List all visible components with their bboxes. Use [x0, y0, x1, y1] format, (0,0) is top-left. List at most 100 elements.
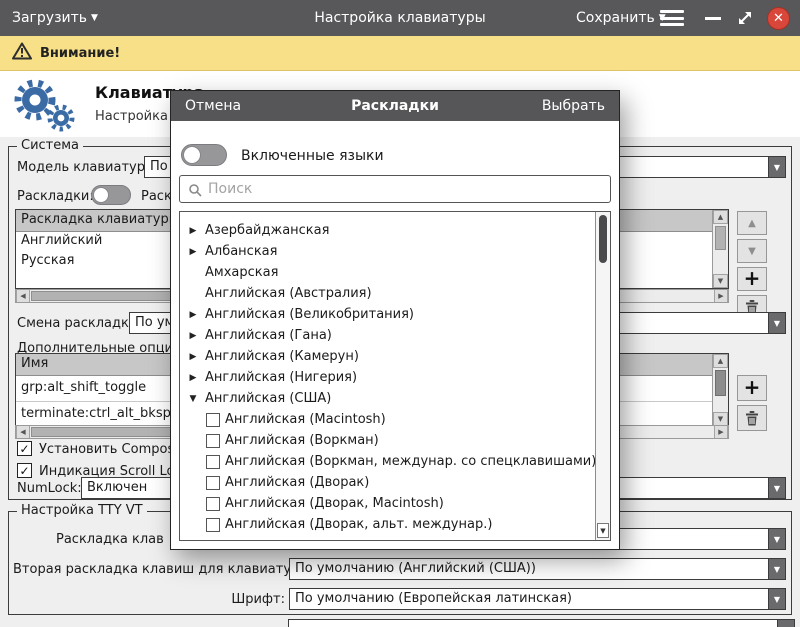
layout-item-row[interactable]: Английская (Дворак, Macintosh): [180, 493, 595, 514]
chevron-down-icon: ▼: [91, 13, 98, 23]
scroll-up-icon[interactable]: ▲: [713, 354, 728, 368]
language-group-row[interactable]: ▶ Английская (Камерун): [180, 346, 595, 367]
select-button[interactable]: Выбрать: [542, 91, 605, 121]
second-layout-combo[interactable]: По умолчанию (Английский (США)) ▼: [289, 558, 786, 580]
keyboard-model-label: Модель клавиатуры:: [17, 160, 160, 175]
language-label: Английская (Гана): [205, 328, 332, 343]
chevron-down-icon[interactable]: ▼: [777, 620, 794, 627]
scroll-left-icon[interactable]: ◀: [16, 426, 30, 438]
trash-icon: [745, 411, 759, 426]
language-list-scrollbar[interactable]: ▼: [595, 212, 610, 540]
scrollbar-thumb[interactable]: [599, 215, 607, 263]
expand-arrow-icon[interactable]: ▶: [186, 331, 200, 341]
language-label: Английская (Дворак, Macintosh): [225, 496, 444, 511]
layout-item-row[interactable]: Английская (Воркман): [180, 430, 595, 451]
options-table-vscrollbar[interactable]: ▲ ▼: [712, 354, 728, 426]
system-legend: Система: [17, 138, 83, 153]
expand-arrow-icon[interactable]: ▶: [186, 373, 200, 383]
layout-checkbox[interactable]: [206, 434, 220, 448]
chevron-down-icon[interactable]: ▼: [768, 559, 785, 579]
language-list: ▶ Азербайджанская ▶ Албанская Амхарская Англи…: [179, 211, 611, 541]
scrolllock-checkbox[interactable]: ✓: [17, 463, 32, 478]
keyboard-settings-window: Загрузить▼ Настройка клавиатуры Сохранит…: [0, 0, 800, 627]
language-label: Азербайджанская: [205, 223, 329, 238]
language-label: Английская (Воркман): [225, 433, 379, 448]
layout-item-row[interactable]: Английская (Воркман, междунар. со спецкл…: [180, 451, 595, 472]
warning-banner: Внимание!: [0, 36, 800, 71]
language-label: Албанская: [205, 244, 277, 259]
chevron-down-icon[interactable]: ▼: [768, 313, 785, 333]
toggle-knob: [93, 187, 109, 203]
language-group-row[interactable]: ▶ Английская (Гана): [180, 325, 595, 346]
language-group-row[interactable]: ▶ Азербайджанская: [180, 220, 595, 241]
compose-checkbox[interactable]: ✓: [17, 441, 32, 456]
scrollbar-thumb[interactable]: [715, 370, 726, 396]
language-label: Амхарская: [205, 265, 278, 280]
scroll-left-icon[interactable]: ◀: [16, 290, 30, 302]
layout-checkbox[interactable]: [206, 497, 220, 511]
layout-switch-label: Смена раскладки:: [17, 316, 142, 331]
cancel-button[interactable]: Отмена: [185, 91, 241, 121]
language-label: Английская (Австралия): [205, 286, 372, 301]
enabled-languages-toggle[interactable]: [181, 144, 227, 166]
close-button[interactable]: ✕: [767, 7, 790, 30]
add-option-button[interactable]: +: [737, 375, 767, 401]
expand-arrow-icon[interactable]: ▶: [186, 352, 200, 362]
layout-item-row[interactable]: Английская (Дворак, альт. междунар.): [180, 514, 595, 535]
scroll-right-icon[interactable]: ▶: [714, 426, 728, 438]
chevron-down-icon[interactable]: ▼: [768, 529, 785, 549]
language-label: Английская (Дворак, альт. междунар.): [225, 517, 492, 532]
expand-arrow-icon[interactable]: ▶: [186, 310, 200, 320]
scroll-down-icon[interactable]: ▼: [713, 274, 728, 288]
scrollbar-thumb[interactable]: [715, 226, 726, 250]
font-combo[interactable]: По умолчанию (Европейская латинская) ▼: [289, 588, 786, 610]
scroll-up-icon[interactable]: ▲: [713, 210, 728, 224]
move-up-button[interactable]: ▲: [737, 211, 767, 235]
scroll-right-icon[interactable]: ▶: [714, 290, 728, 302]
chevron-down-icon[interactable]: ▼: [768, 589, 785, 609]
layout-item-row[interactable]: Английская (Macintosh): [180, 409, 595, 430]
scroll-down-icon[interactable]: ▼: [713, 412, 728, 426]
expand-arrow-icon[interactable]: ▶: [186, 247, 200, 257]
language-label: Английская (Камерун): [205, 349, 359, 364]
delete-option-button[interactable]: [737, 405, 767, 431]
bottom-partial-combo[interactable]: ▼: [288, 619, 795, 627]
layout-checkbox[interactable]: [206, 518, 220, 532]
search-input[interactable]: [180, 176, 610, 202]
collapse-arrow-icon[interactable]: ▼: [186, 394, 200, 404]
layout-checkbox[interactable]: [206, 413, 220, 427]
load-menu-button[interactable]: Загрузить▼: [12, 0, 98, 36]
language-group-row[interactable]: Амхарская: [180, 262, 595, 283]
scroll-down-icon[interactable]: ▼: [597, 523, 609, 538]
language-group-row[interactable]: ▶ Английская (Великобритания): [180, 304, 595, 325]
layouts-label: Раскладки:: [17, 189, 94, 204]
layouts-dialog-header: Отмена Раскладки Выбрать: [171, 91, 619, 121]
hamburger-menu-icon[interactable]: [660, 10, 684, 26]
add-layout-button[interactable]: +: [737, 267, 767, 291]
save-menu-button[interactable]: Сохранить▼: [576, 0, 666, 36]
layout-item-row[interactable]: Английская (Дворак): [180, 472, 595, 493]
toggle-knob: [183, 146, 201, 164]
second-layout-label: Вторая раскладка клавиш для клавиатуры:: [13, 562, 285, 577]
language-group-row[interactable]: ▶ Албанская: [180, 241, 595, 262]
language-label: Английская (Великобритания): [205, 307, 414, 322]
fullscreen-icon[interactable]: [736, 9, 754, 27]
layouts-toggle[interactable]: [91, 185, 131, 205]
move-down-button[interactable]: ▼: [737, 239, 767, 263]
expand-arrow-icon[interactable]: ▶: [186, 226, 200, 236]
page-subtitle: Настройка п: [95, 109, 181, 124]
minimize-button[interactable]: [705, 17, 721, 20]
warning-icon: [12, 42, 32, 64]
language-group-row[interactable]: ▶Английская (Нигерия): [180, 367, 595, 388]
gears-icon: [8, 75, 82, 137]
language-list-items: ▶ Азербайджанская ▶ Албанская Амхарская Англи…: [180, 220, 595, 535]
language-group-row[interactable]: Английская (Австралия): [180, 283, 595, 304]
tty-layout-label: Раскладка клав: [56, 532, 164, 547]
chevron-down-icon[interactable]: ▼: [768, 157, 785, 177]
language-group-row[interactable]: ▼Английская (США): [180, 388, 595, 409]
chevron-down-icon[interactable]: ▼: [768, 478, 785, 498]
language-label: Английская (Macintosh): [225, 412, 386, 427]
layout-checkbox[interactable]: [206, 455, 220, 469]
layout-table-vscrollbar[interactable]: ▲ ▼: [712, 210, 728, 288]
layout-checkbox[interactable]: [206, 476, 220, 490]
